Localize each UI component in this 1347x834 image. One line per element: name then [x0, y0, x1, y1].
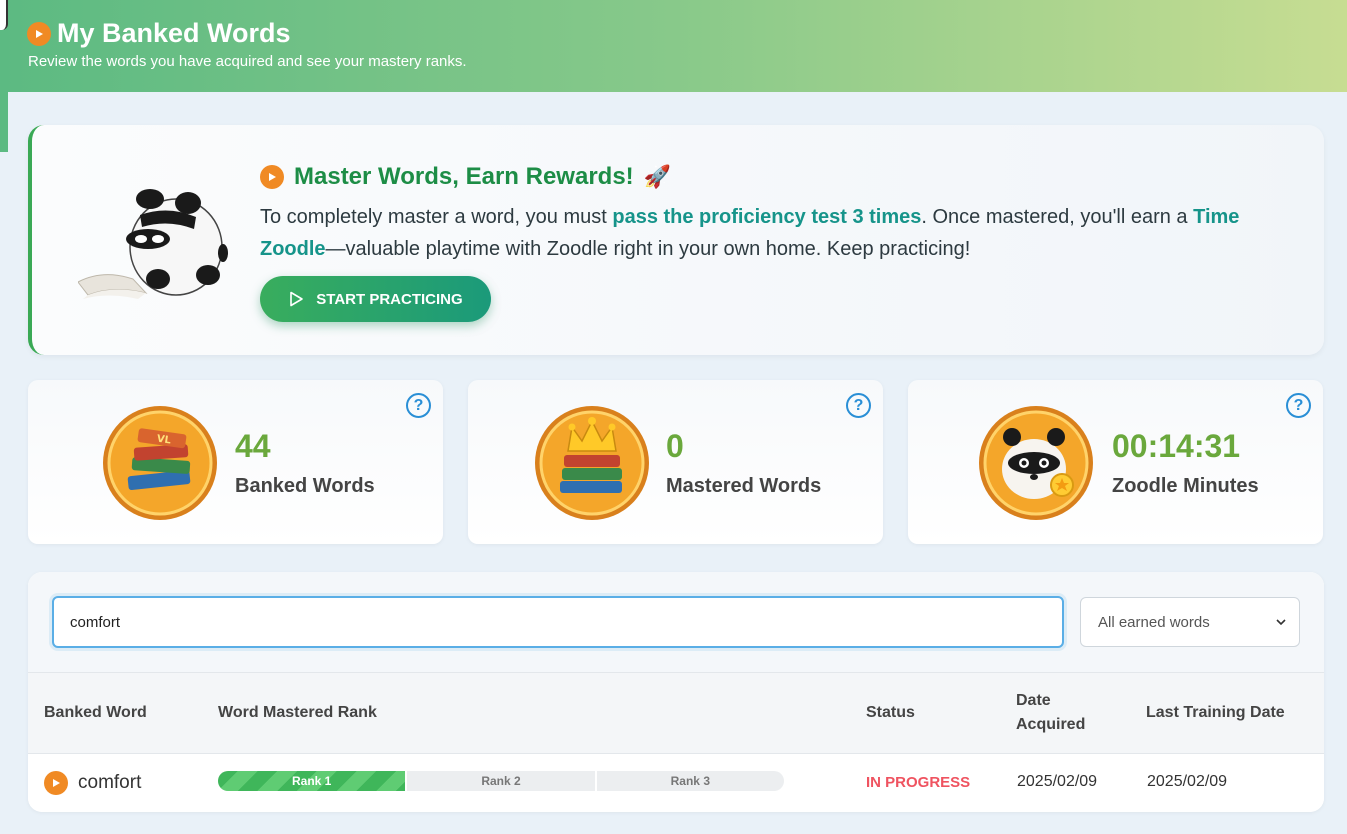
word-filter-select[interactable]: All earned words [1080, 597, 1300, 647]
help-icon[interactable]: ? [1286, 393, 1311, 418]
banked-word: comfort [78, 772, 142, 793]
help-icon[interactable]: ? [406, 393, 431, 418]
column-header-last-training[interactable]: Last Training Date [1146, 701, 1285, 725]
page-subtitle: Review the words you have acquired and s… [28, 53, 467, 70]
header-accent-strip [0, 92, 8, 152]
panda-reading-illustration [78, 189, 228, 299]
play-audio-icon[interactable] [260, 165, 284, 189]
rank-progress-bar: Rank 1 Rank 2 Rank 3 [218, 771, 784, 791]
play-outline-icon [290, 291, 304, 307]
promo-title-row: Master Words, Earn Rewards! 🚀 [260, 163, 671, 191]
start-practicing-button[interactable]: START PRACTICING [260, 276, 491, 322]
zoodle-minutes-label: Zoodle Minutes [1112, 475, 1259, 497]
promo-text-part: —valuable playtime with Zoodle right in … [325, 238, 971, 260]
promo-description: To completely master a word, you must pa… [260, 201, 1290, 265]
banked-words-count: 44 [235, 428, 271, 464]
table-header: Banked Word Word Mastered Rank Status Da… [28, 672, 1324, 754]
stat-card-mastered-words: ? 0 Mastered Words [468, 380, 883, 544]
column-header-rank[interactable]: Word Mastered Rank [218, 701, 377, 725]
filter-bar: All earned words [28, 572, 1324, 672]
books-medal-icon: VL [103, 406, 217, 520]
column-header-banked-word[interactable]: Banked Word [44, 701, 147, 725]
zoodle-minutes-value: 00:14:31 [1112, 428, 1241, 464]
status-badge: IN PROGRESS [866, 774, 971, 791]
rocket-icon: 🚀 [643, 164, 672, 189]
corner-decoration [0, 0, 8, 30]
play-audio-icon[interactable] [27, 21, 51, 46]
banked-words-table-card: All earned words Banked Word Word Master… [28, 572, 1324, 812]
page-title: My Banked Words [57, 18, 291, 48]
last-training-date: 2025/02/09 [1147, 773, 1228, 790]
svg-text:VL: VL [156, 434, 172, 447]
table-row[interactable]: comfort Rank 1 Rank 2 Rank 3 IN PROGRESS… [28, 754, 1324, 812]
promo-text-part: . Once mastered, you'll earn a [921, 206, 1194, 228]
start-practicing-label: START PRACTICING [316, 290, 463, 308]
play-audio-icon[interactable] [44, 771, 68, 795]
column-header-status[interactable]: Status [866, 701, 915, 725]
crown-books-medal-icon [535, 406, 649, 520]
word-cell: comfort [44, 771, 141, 795]
promo-card: Master Words, Earn Rewards! 🚀 To complet… [28, 125, 1324, 355]
column-header-date-acquired[interactable]: Date Acquired [1016, 689, 1096, 737]
chevron-down-icon [1276, 619, 1286, 626]
mastered-words-count: 0 [666, 428, 684, 464]
rank-segment-3: Rank 3 [670, 774, 710, 788]
header-title-row: My Banked Words [27, 18, 291, 49]
promo-title: Master Words, Earn Rewards! [294, 163, 634, 190]
help-icon[interactable]: ? [846, 393, 871, 418]
banked-words-label: Banked Words [235, 475, 375, 497]
rank-segment-1: Rank 1 [218, 771, 408, 791]
word-filter-selected: All earned words [1098, 613, 1210, 631]
stat-card-zoodle-minutes: ? 00:14:31 Zoodle Minutes [908, 380, 1323, 544]
promo-highlight-proficiency: pass the proficiency test 3 times [612, 206, 922, 228]
mastered-words-label: Mastered Words [666, 475, 822, 497]
promo-text-part: To completely master a word, you must [260, 206, 613, 228]
rank-segment-2: Rank 2 [407, 771, 597, 791]
search-input[interactable] [52, 596, 1064, 648]
stat-card-banked-words: ? VL 44 Banked Words [28, 380, 443, 544]
date-acquired: 2025/02/09 [1017, 773, 1098, 790]
panda-medal-icon [979, 406, 1093, 520]
